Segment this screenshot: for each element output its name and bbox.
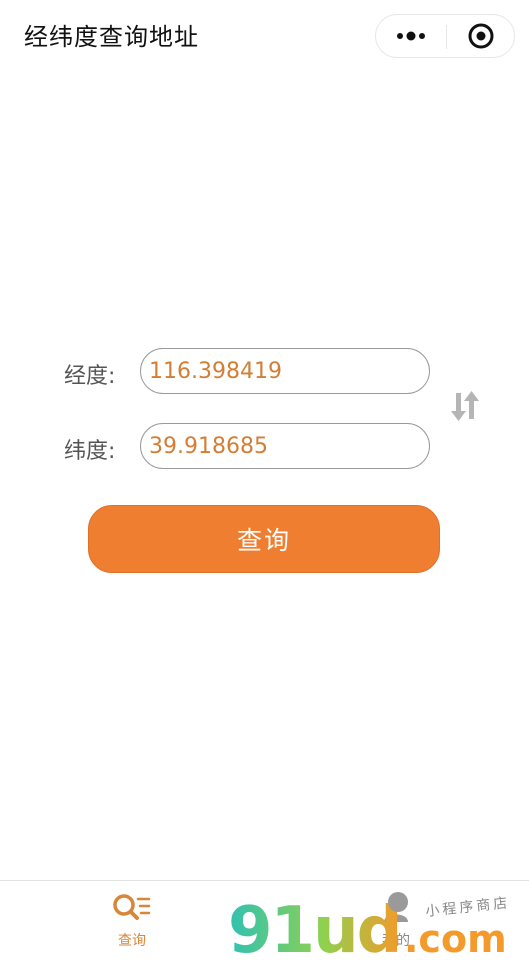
more-dots-icon bbox=[397, 31, 425, 41]
user-icon bbox=[384, 896, 408, 922]
tab-query-icon-wrap bbox=[110, 891, 154, 925]
query-button[interactable]: 查询 bbox=[88, 505, 440, 573]
tab-mine-icon-wrap bbox=[374, 891, 418, 925]
latitude-label: 纬度: bbox=[64, 439, 116, 464]
search-list-icon bbox=[113, 894, 151, 920]
longitude-label: 经度: bbox=[64, 364, 116, 389]
swap-button[interactable] bbox=[448, 388, 482, 424]
page-title: 经纬度查询地址 bbox=[24, 23, 199, 51]
nav-bar: 经纬度查询地址 bbox=[0, 0, 529, 74]
tab-query[interactable]: 查询 bbox=[62, 881, 202, 960]
tab-bar: 查询 我的 bbox=[0, 880, 529, 960]
capsule-menu bbox=[375, 14, 515, 58]
tab-mine[interactable]: 我的 bbox=[326, 881, 466, 960]
more-button[interactable] bbox=[376, 15, 446, 57]
longitude-input[interactable] bbox=[140, 348, 430, 394]
tab-mine-label: 我的 bbox=[382, 933, 410, 949]
latitude-input[interactable] bbox=[140, 423, 430, 469]
target-circle-icon bbox=[468, 23, 494, 49]
swap-arrows-icon bbox=[451, 391, 479, 421]
close-button[interactable] bbox=[447, 15, 515, 57]
tab-query-label: 查询 bbox=[118, 933, 146, 949]
